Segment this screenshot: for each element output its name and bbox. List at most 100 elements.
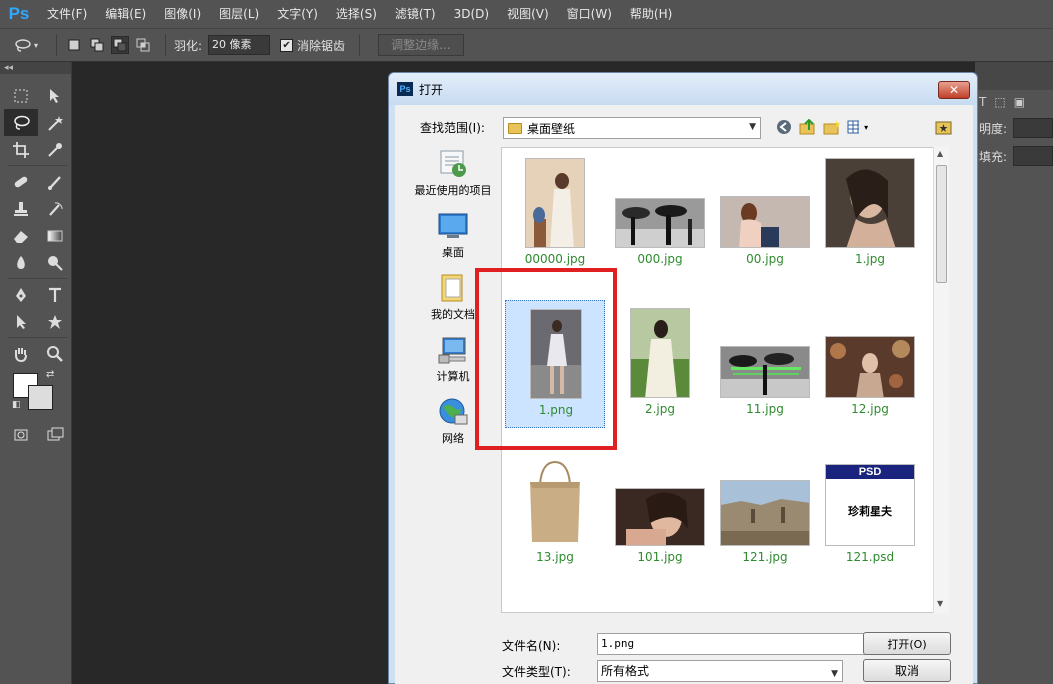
photo-street-green-icon (720, 346, 810, 398)
favorite-folder-button[interactable] (935, 119, 953, 138)
new-folder-icon (823, 120, 840, 135)
bandage-icon (14, 176, 28, 187)
photo-ruins-icon (720, 480, 810, 546)
scroll-down-icon[interactable]: ▼ (937, 599, 943, 608)
magic-wand-icon (48, 115, 63, 131)
file-item[interactable]: 1.jpg (820, 150, 920, 278)
divider (8, 165, 68, 166)
place-desktop[interactable]: 桌面 (407, 209, 499, 271)
text-filter-icon[interactable]: T (979, 95, 986, 109)
smart-object-filter-icon[interactable]: ▣ (1014, 95, 1025, 109)
panel-grip[interactable] (0, 74, 71, 82)
default-colors-icon[interactable]: ◧ (12, 400, 21, 410)
menu-select[interactable]: 选择(S) (327, 0, 386, 28)
add-to-selection-button[interactable] (88, 36, 106, 54)
file-item[interactable]: 12.jpg (820, 300, 920, 428)
new-selection-button[interactable] (65, 36, 83, 54)
file-name-input[interactable]: 1.png (597, 633, 865, 655)
marquee-tool[interactable] (4, 82, 38, 109)
gradient-tool[interactable] (38, 222, 72, 249)
file-item[interactable]: 2.jpg (610, 300, 710, 428)
menu-edit[interactable]: 编辑(E) (96, 0, 155, 28)
file-item[interactable]: 101.jpg (610, 448, 710, 576)
file-item[interactable]: PSD 珍莉星夫 121.psd (820, 448, 920, 576)
new-folder-button[interactable] (823, 118, 841, 136)
checkmark-icon: ✔ (282, 39, 291, 51)
quick-mask-button[interactable] (4, 421, 38, 448)
file-item[interactable]: 13.jpg (505, 448, 605, 576)
file-item[interactable]: 00000.jpg (505, 150, 605, 278)
file-type-dropdown[interactable]: 所有格式 ▼ (597, 660, 843, 682)
move-tool[interactable] (38, 82, 72, 109)
recent-items-icon (440, 150, 466, 177)
lasso-tool[interactable] (4, 109, 38, 136)
back-button[interactable] (775, 118, 793, 136)
menu-3d[interactable]: 3D(D) (445, 0, 498, 28)
magic-wand-tool[interactable] (38, 109, 72, 136)
photo-woman-sitting-icon (720, 196, 810, 248)
cancel-button[interactable]: 取消 (863, 659, 951, 682)
custom-shape-tool[interactable] (38, 308, 72, 335)
file-item[interactable]: 121.jpg (715, 448, 815, 576)
nav-toolbar: ▾ (775, 118, 873, 136)
menu-window[interactable]: 窗口(W) (558, 0, 621, 28)
menu-layer[interactable]: 图层(L) (210, 0, 268, 28)
antialias-checkbox[interactable]: ✔ (280, 38, 294, 52)
crop-tool[interactable] (4, 136, 38, 163)
menu-view[interactable]: 视图(V) (498, 0, 558, 28)
intersect-selection-button[interactable] (134, 36, 152, 54)
opacity-input[interactable] (1013, 118, 1053, 138)
refine-edge-button[interactable]: 调整边缘... (378, 34, 464, 56)
dodge-icon (48, 255, 63, 271)
psd-badge: PSD (826, 465, 914, 479)
background-color-swatch[interactable] (28, 385, 53, 410)
subtract-from-selection-button[interactable] (111, 36, 129, 54)
pen-tool[interactable] (4, 281, 38, 308)
type-tool[interactable] (38, 281, 72, 308)
place-label: 网络 (442, 432, 464, 445)
stamp-icon (14, 201, 28, 216)
feather-input[interactable]: 20 像素 (208, 35, 271, 55)
up-folder-button[interactable] (799, 118, 817, 136)
file-item[interactable]: 000.jpg (610, 150, 710, 278)
panel-collapse-button[interactable]: ◂◂ (0, 62, 71, 74)
place-recent[interactable]: 最近使用的项目 (407, 147, 499, 209)
menu-image[interactable]: 图像(I) (155, 0, 210, 28)
file-item[interactable]: 11.jpg (715, 300, 815, 428)
file-item[interactable]: 00.jpg (715, 150, 815, 278)
hand-icon (15, 347, 27, 362)
fill-input[interactable] (1013, 146, 1053, 166)
menu-filter[interactable]: 滤镜(T) (386, 0, 445, 28)
brush-tool[interactable] (38, 168, 72, 195)
look-in-dropdown[interactable]: 桌面壁纸 ▼ (503, 117, 761, 139)
clone-stamp-tool[interactable] (4, 195, 38, 222)
menu-help[interactable]: 帮助(H) (621, 0, 681, 28)
eyedropper-tool[interactable] (38, 136, 72, 163)
history-brush-tool[interactable] (38, 195, 72, 222)
view-grid-icon (847, 120, 860, 134)
dialog-titlebar[interactable]: Ps 打开 (389, 73, 977, 105)
path-selection-tool[interactable] (4, 308, 38, 335)
look-in-value: 桌面壁纸 (527, 121, 576, 136)
scroll-up-icon[interactable]: ▲ (937, 149, 943, 158)
divider (56, 34, 57, 56)
menu-type[interactable]: 文字(Y) (268, 0, 327, 28)
menu-file[interactable]: 文件(F) (38, 0, 96, 28)
blur-tool[interactable] (4, 249, 38, 276)
healing-brush-tool[interactable] (4, 168, 38, 195)
open-button[interactable]: 打开(O) (863, 632, 951, 655)
shape-filter-icon[interactable]: ⬚ (994, 95, 1005, 109)
screen-mode-button[interactable] (38, 421, 72, 448)
close-button[interactable]: ✕ (938, 81, 970, 99)
eraser-tool[interactable] (4, 222, 38, 249)
swap-colors-icon[interactable]: ⇄ (46, 369, 54, 380)
view-menu-button[interactable]: ▾ (847, 118, 873, 136)
divider (165, 34, 166, 56)
computer-icon (438, 337, 466, 364)
hand-tool[interactable] (4, 340, 38, 367)
tool-preset-picker[interactable]: ▾ (14, 38, 48, 52)
file-list-scrollbar[interactable]: ▲ ▼ (933, 147, 949, 613)
scrollbar-thumb[interactable] (936, 165, 947, 283)
dodge-tool[interactable] (38, 249, 72, 276)
zoom-tool[interactable] (38, 340, 72, 367)
